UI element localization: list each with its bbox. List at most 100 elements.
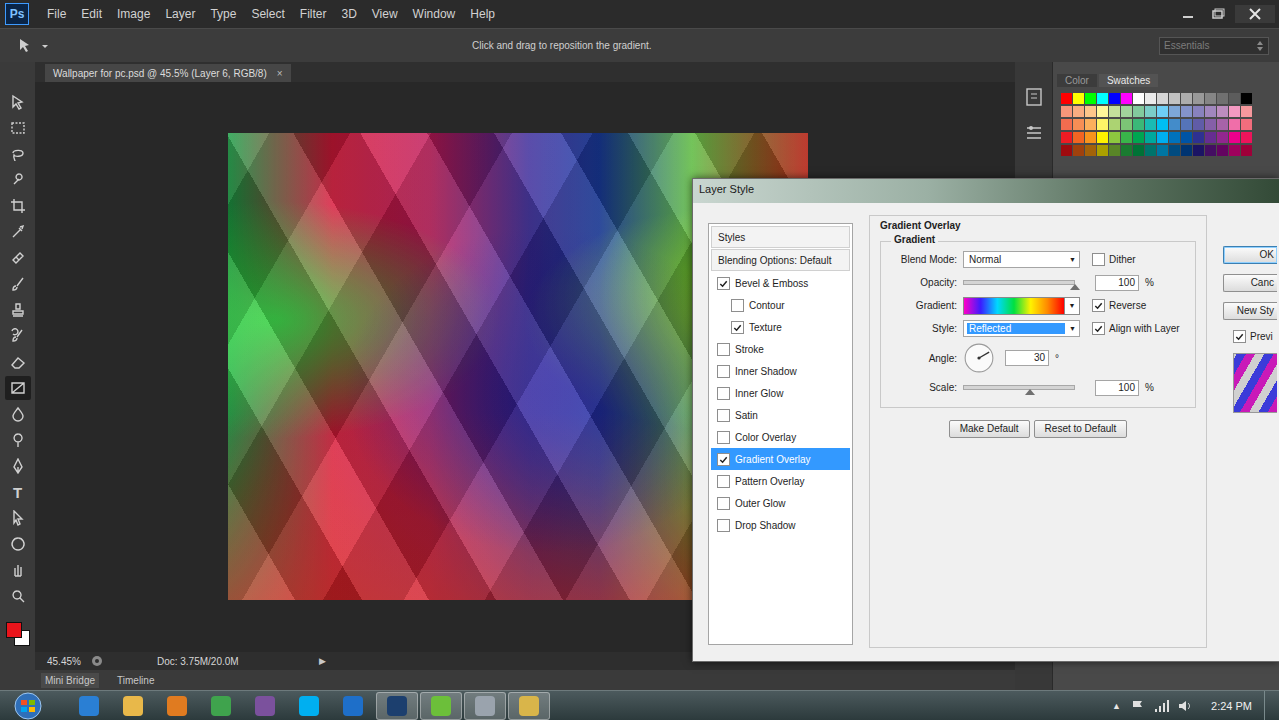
- swatch[interactable]: [1073, 145, 1084, 156]
- tool-button[interactable]: [5, 168, 31, 192]
- taskbar-app[interactable]: [420, 692, 462, 720]
- style-checkbox[interactable]: [717, 519, 730, 532]
- tool-button[interactable]: [5, 428, 31, 452]
- taskbar-app[interactable]: [244, 692, 286, 720]
- color-chips[interactable]: [4, 620, 32, 648]
- document-tab[interactable]: Wallpaper for pc.psd @ 45.5% (Layer 6, R…: [45, 64, 291, 82]
- style-item[interactable]: Texture: [711, 316, 850, 338]
- volume-icon[interactable]: [1177, 698, 1195, 714]
- swatch[interactable]: [1085, 119, 1096, 130]
- swatch[interactable]: [1181, 132, 1192, 143]
- swatch[interactable]: [1217, 119, 1228, 130]
- style-item[interactable]: Styles: [711, 226, 850, 248]
- swatch[interactable]: [1121, 119, 1132, 130]
- dither-checkbox[interactable]: Dither: [1092, 253, 1136, 266]
- align-checkbox[interactable]: Align with Layer: [1092, 322, 1180, 335]
- zoom-level[interactable]: 45.45%: [47, 656, 81, 667]
- angle-input[interactable]: 30: [1005, 350, 1049, 366]
- swatch[interactable]: [1241, 119, 1252, 130]
- style-item[interactable]: Blending Options: Default: [711, 249, 850, 271]
- swatch[interactable]: [1085, 145, 1096, 156]
- style-item[interactable]: Contour: [711, 294, 850, 316]
- angle-dial-icon[interactable]: [963, 342, 995, 374]
- swatch[interactable]: [1133, 93, 1144, 104]
- foreground-color-chip[interactable]: [6, 622, 22, 638]
- menu-item[interactable]: Filter: [300, 7, 327, 21]
- style-checkbox[interactable]: [717, 497, 730, 510]
- menu-item[interactable]: Layer: [165, 7, 195, 21]
- dialog-title-bar[interactable]: Layer Style: [693, 179, 1279, 203]
- tray-expand[interactable]: ▲: [1112, 701, 1121, 711]
- swatch[interactable]: [1145, 119, 1156, 130]
- menu-item[interactable]: Image: [117, 7, 150, 21]
- swatch[interactable]: [1193, 119, 1204, 130]
- taskbar-app[interactable]: [68, 692, 110, 720]
- swatch[interactable]: [1157, 119, 1168, 130]
- swatch[interactable]: [1205, 145, 1216, 156]
- tool-button[interactable]: [5, 558, 31, 582]
- swatch[interactable]: [1061, 93, 1072, 104]
- swatch[interactable]: [1193, 93, 1204, 104]
- photoshop-logo[interactable]: Ps: [5, 3, 29, 25]
- tool-button[interactable]: T: [5, 480, 31, 504]
- slider-thumb[interactable]: [1070, 284, 1080, 290]
- swatch[interactable]: [1169, 119, 1180, 130]
- bottom-tab[interactable]: Mini Bridge: [41, 673, 99, 688]
- style-item[interactable]: Bevel & Emboss: [711, 272, 850, 294]
- blend-mode-select[interactable]: Normal▼: [963, 251, 1080, 268]
- swatch[interactable]: [1145, 93, 1156, 104]
- swatch[interactable]: [1121, 106, 1132, 117]
- swatch[interactable]: [1205, 106, 1216, 117]
- swatch[interactable]: [1169, 145, 1180, 156]
- swatch[interactable]: [1145, 132, 1156, 143]
- swatch[interactable]: [1205, 93, 1216, 104]
- swatch[interactable]: [1205, 119, 1216, 130]
- clock[interactable]: 2:24 PM: [1211, 700, 1252, 712]
- tool-button[interactable]: [5, 376, 31, 400]
- swatch[interactable]: [1097, 119, 1108, 130]
- style-checkbox[interactable]: [717, 365, 730, 378]
- swatch[interactable]: [1241, 93, 1252, 104]
- tool-button[interactable]: [5, 532, 31, 556]
- reverse-checkbox[interactable]: Reverse: [1092, 299, 1146, 312]
- swatch[interactable]: [1241, 132, 1252, 143]
- swatch[interactable]: [1073, 119, 1084, 130]
- swatch[interactable]: [1109, 132, 1120, 143]
- swatch[interactable]: [1133, 132, 1144, 143]
- gradient-picker[interactable]: ▼: [963, 297, 1080, 315]
- taskbar-app[interactable]: [200, 692, 242, 720]
- menu-item[interactable]: Help: [470, 7, 495, 21]
- style-item[interactable]: Stroke: [711, 338, 850, 360]
- style-item[interactable]: Inner Glow: [711, 382, 850, 404]
- swatch[interactable]: [1073, 93, 1084, 104]
- close-icon[interactable]: [1235, 5, 1275, 23]
- dialog-button[interactable]: Reset to Default: [1034, 420, 1128, 438]
- menu-item[interactable]: Window: [413, 7, 456, 21]
- swatch[interactable]: [1217, 145, 1228, 156]
- swatch[interactable]: [1061, 119, 1072, 130]
- swatch[interactable]: [1097, 132, 1108, 143]
- tool-button[interactable]: [5, 402, 31, 426]
- restore-icon[interactable]: [1205, 5, 1231, 23]
- menu-item[interactable]: Edit: [81, 7, 102, 21]
- taskbar-app[interactable]: [156, 692, 198, 720]
- gradient-preview[interactable]: [964, 298, 1064, 314]
- side-button[interactable]: New Sty: [1223, 302, 1277, 320]
- swatch[interactable]: [1241, 145, 1252, 156]
- swatch[interactable]: [1193, 132, 1204, 143]
- swatch[interactable]: [1181, 145, 1192, 156]
- panel-tab[interactable]: Swatches: [1099, 74, 1158, 87]
- move-tool-icon[interactable]: [16, 37, 50, 55]
- style-checkbox[interactable]: [731, 321, 744, 334]
- start-icon[interactable]: [8, 691, 48, 720]
- tool-button[interactable]: [5, 194, 31, 218]
- history-icon[interactable]: [1023, 86, 1045, 108]
- swatch[interactable]: [1145, 145, 1156, 156]
- style-checkbox[interactable]: [717, 475, 730, 488]
- swatch[interactable]: [1193, 106, 1204, 117]
- taskbar-app[interactable]: [332, 692, 374, 720]
- swatch[interactable]: [1217, 106, 1228, 117]
- flag-icon[interactable]: [1129, 698, 1147, 714]
- panel-tab[interactable]: Color: [1057, 74, 1097, 87]
- swatch[interactable]: [1085, 93, 1096, 104]
